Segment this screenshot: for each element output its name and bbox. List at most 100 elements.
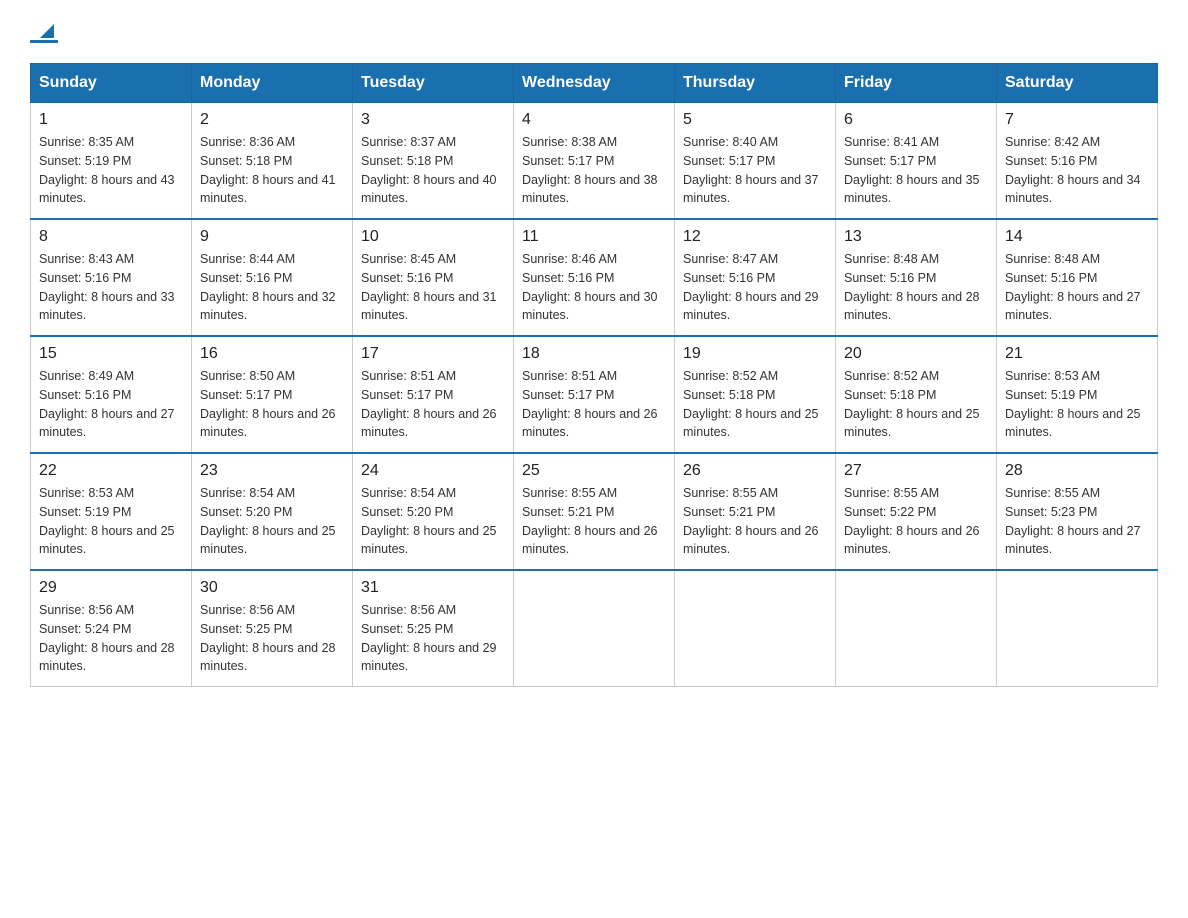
day-info: Sunrise: 8:53 AMSunset: 5:19 PMDaylight:… xyxy=(39,484,183,559)
day-info: Sunrise: 8:48 AMSunset: 5:16 PMDaylight:… xyxy=(1005,250,1149,325)
calendar-cell: 10Sunrise: 8:45 AMSunset: 5:16 PMDayligh… xyxy=(353,219,514,336)
day-info: Sunrise: 8:54 AMSunset: 5:20 PMDaylight:… xyxy=(361,484,505,559)
calendar-week-row: 15 Sunrise: 8:49 AMSunset: 5:16 PMDayligh… xyxy=(31,336,1158,453)
day-info: Sunrise: 8:46 AMSunset: 5:16 PMDaylight:… xyxy=(522,250,666,325)
day-number: 2 xyxy=(200,111,344,129)
day-number: 14 xyxy=(1005,228,1149,246)
day-info: Sunrise: 8:53 AMSunset: 5:19 PMDaylight:… xyxy=(1005,367,1149,442)
calendar-header-wednesday: Wednesday xyxy=(514,64,675,103)
calendar-cell: 6 Sunrise: 8:41 AMSunset: 5:17 PMDaylight… xyxy=(836,103,997,220)
calendar-cell: 30 Sunrise: 8:56 AMSunset: 5:25 PMDayligh… xyxy=(192,570,353,687)
day-number: 5 xyxy=(683,111,827,129)
calendar-cell: 21Sunrise: 8:53 AMSunset: 5:19 PMDayligh… xyxy=(997,336,1158,453)
day-info: Sunrise: 8:54 AMSunset: 5:20 PMDaylight:… xyxy=(200,484,344,559)
calendar-cell: 25 Sunrise: 8:55 AMSunset: 5:21 PMDayligh… xyxy=(514,453,675,570)
calendar-cell: 15 Sunrise: 8:49 AMSunset: 5:16 PMDayligh… xyxy=(31,336,192,453)
day-number: 13 xyxy=(844,228,988,246)
day-number: 4 xyxy=(522,111,666,129)
logo xyxy=(30,20,58,43)
calendar-header-tuesday: Tuesday xyxy=(353,64,514,103)
calendar-cell xyxy=(836,570,997,687)
calendar-cell: 16 Sunrise: 8:50 AMSunset: 5:17 PMDayligh… xyxy=(192,336,353,453)
calendar-cell: 2Sunrise: 8:36 AMSunset: 5:18 PMDaylight… xyxy=(192,103,353,220)
calendar-cell: 14 Sunrise: 8:48 AMSunset: 5:16 PMDayligh… xyxy=(997,219,1158,336)
calendar-cell: 19 Sunrise: 8:52 AMSunset: 5:18 PMDayligh… xyxy=(675,336,836,453)
day-info: Sunrise: 8:40 AMSunset: 5:17 PMDaylight:… xyxy=(683,133,827,208)
day-number: 31 xyxy=(361,579,505,597)
calendar-week-row: 22 Sunrise: 8:53 AMSunset: 5:19 PMDayligh… xyxy=(31,453,1158,570)
day-info: Sunrise: 8:55 AMSunset: 5:21 PMDaylight:… xyxy=(683,484,827,559)
calendar-cell: 7 Sunrise: 8:42 AMSunset: 5:16 PMDaylight… xyxy=(997,103,1158,220)
calendar-cell: 5 Sunrise: 8:40 AMSunset: 5:17 PMDaylight… xyxy=(675,103,836,220)
calendar-cell: 12 Sunrise: 8:47 AMSunset: 5:16 PMDayligh… xyxy=(675,219,836,336)
day-number: 7 xyxy=(1005,111,1149,129)
calendar-cell xyxy=(514,570,675,687)
day-info: Sunrise: 8:37 AMSunset: 5:18 PMDaylight:… xyxy=(361,133,505,208)
calendar-cell: 9Sunrise: 8:44 AMSunset: 5:16 PMDaylight… xyxy=(192,219,353,336)
calendar-cell: 11 Sunrise: 8:46 AMSunset: 5:16 PMDayligh… xyxy=(514,219,675,336)
calendar-cell xyxy=(675,570,836,687)
calendar-cell: 17 Sunrise: 8:51 AMSunset: 5:17 PMDayligh… xyxy=(353,336,514,453)
calendar-header-saturday: Saturday xyxy=(997,64,1158,103)
day-info: Sunrise: 8:52 AMSunset: 5:18 PMDaylight:… xyxy=(844,367,988,442)
day-info: Sunrise: 8:51 AMSunset: 5:17 PMDaylight:… xyxy=(361,367,505,442)
day-info: Sunrise: 8:56 AMSunset: 5:24 PMDaylight:… xyxy=(39,601,183,676)
calendar-cell: 27 Sunrise: 8:55 AMSunset: 5:22 PMDayligh… xyxy=(836,453,997,570)
day-info: Sunrise: 8:56 AMSunset: 5:25 PMDaylight:… xyxy=(200,601,344,676)
day-number: 22 xyxy=(39,462,183,480)
calendar-cell: 20 Sunrise: 8:52 AMSunset: 5:18 PMDayligh… xyxy=(836,336,997,453)
day-number: 20 xyxy=(844,345,988,363)
day-number: 15 xyxy=(39,345,183,363)
day-info: Sunrise: 8:44 AMSunset: 5:16 PMDaylight:… xyxy=(200,250,344,325)
calendar-week-row: 8 Sunrise: 8:43 AMSunset: 5:16 PMDaylight… xyxy=(31,219,1158,336)
day-number: 29 xyxy=(39,579,183,597)
day-info: Sunrise: 8:38 AMSunset: 5:17 PMDaylight:… xyxy=(522,133,666,208)
day-number: 1 xyxy=(39,111,183,129)
day-number: 30 xyxy=(200,579,344,597)
calendar-cell xyxy=(997,570,1158,687)
calendar-cell: 22 Sunrise: 8:53 AMSunset: 5:19 PMDayligh… xyxy=(31,453,192,570)
day-number: 19 xyxy=(683,345,827,363)
day-number: 11 xyxy=(522,228,666,246)
day-info: Sunrise: 8:50 AMSunset: 5:17 PMDaylight:… xyxy=(200,367,344,442)
calendar-header-sunday: Sunday xyxy=(31,64,192,103)
calendar-cell: 28Sunrise: 8:55 AMSunset: 5:23 PMDayligh… xyxy=(997,453,1158,570)
calendar-cell: 29 Sunrise: 8:56 AMSunset: 5:24 PMDayligh… xyxy=(31,570,192,687)
calendar-table: SundayMondayTuesdayWednesdayThursdayFrid… xyxy=(30,63,1158,687)
day-number: 25 xyxy=(522,462,666,480)
day-number: 27 xyxy=(844,462,988,480)
day-number: 17 xyxy=(361,345,505,363)
calendar-header-thursday: Thursday xyxy=(675,64,836,103)
calendar-cell: 18 Sunrise: 8:51 AMSunset: 5:17 PMDayligh… xyxy=(514,336,675,453)
day-info: Sunrise: 8:55 AMSunset: 5:22 PMDaylight:… xyxy=(844,484,988,559)
day-number: 6 xyxy=(844,111,988,129)
day-number: 16 xyxy=(200,345,344,363)
logo-arrow-icon xyxy=(34,20,58,42)
day-info: Sunrise: 8:47 AMSunset: 5:16 PMDaylight:… xyxy=(683,250,827,325)
day-number: 23 xyxy=(200,462,344,480)
calendar-header-monday: Monday xyxy=(192,64,353,103)
day-info: Sunrise: 8:52 AMSunset: 5:18 PMDaylight:… xyxy=(683,367,827,442)
day-number: 8 xyxy=(39,228,183,246)
day-number: 18 xyxy=(522,345,666,363)
day-number: 26 xyxy=(683,462,827,480)
day-number: 3 xyxy=(361,111,505,129)
calendar-cell: 1Sunrise: 8:35 AMSunset: 5:19 PMDaylight… xyxy=(31,103,192,220)
page-header xyxy=(30,20,1158,43)
calendar-cell: 8 Sunrise: 8:43 AMSunset: 5:16 PMDaylight… xyxy=(31,219,192,336)
calendar-cell: 4 Sunrise: 8:38 AMSunset: 5:17 PMDaylight… xyxy=(514,103,675,220)
day-info: Sunrise: 8:55 AMSunset: 5:21 PMDaylight:… xyxy=(522,484,666,559)
day-number: 12 xyxy=(683,228,827,246)
calendar-cell: 26 Sunrise: 8:55 AMSunset: 5:21 PMDayligh… xyxy=(675,453,836,570)
day-info: Sunrise: 8:43 AMSunset: 5:16 PMDaylight:… xyxy=(39,250,183,325)
day-info: Sunrise: 8:51 AMSunset: 5:17 PMDaylight:… xyxy=(522,367,666,442)
calendar-cell: 23 Sunrise: 8:54 AMSunset: 5:20 PMDayligh… xyxy=(192,453,353,570)
day-info: Sunrise: 8:42 AMSunset: 5:16 PMDaylight:… xyxy=(1005,133,1149,208)
calendar-cell: 31Sunrise: 8:56 AMSunset: 5:25 PMDayligh… xyxy=(353,570,514,687)
day-info: Sunrise: 8:49 AMSunset: 5:16 PMDaylight:… xyxy=(39,367,183,442)
day-info: Sunrise: 8:45 AMSunset: 5:16 PMDaylight:… xyxy=(361,250,505,325)
day-info: Sunrise: 8:41 AMSunset: 5:17 PMDaylight:… xyxy=(844,133,988,208)
calendar-header-friday: Friday xyxy=(836,64,997,103)
day-info: Sunrise: 8:55 AMSunset: 5:23 PMDaylight:… xyxy=(1005,484,1149,559)
calendar-cell: 13Sunrise: 8:48 AMSunset: 5:16 PMDayligh… xyxy=(836,219,997,336)
